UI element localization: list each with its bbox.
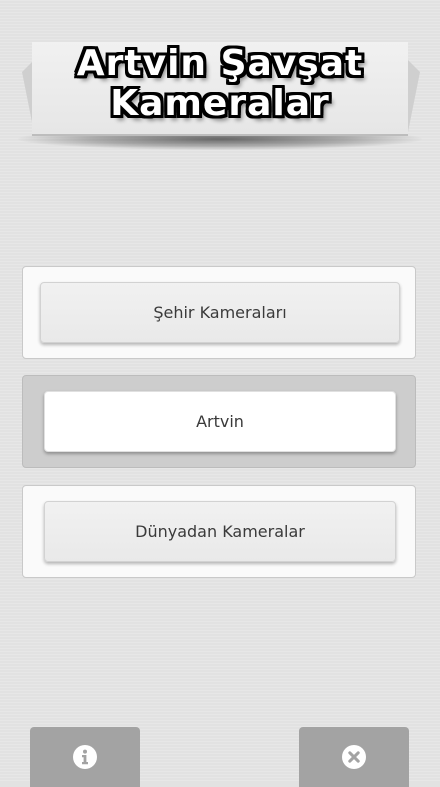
app-title: Artvin Şavşat Kameralar [0,44,440,124]
app-title-line-2: Kameralar [110,83,330,124]
app-title-line-1: Artvin Şavşat [76,43,364,84]
exit-button[interactable] [299,727,409,787]
dunyadan-kameralar-label: Dünyadan Kameralar [135,522,305,541]
close-icon [342,745,366,769]
info-icon [73,745,97,769]
dunyadan-kameralar-button[interactable]: Dünyadan Kameralar [44,501,396,562]
info-button[interactable] [30,727,140,787]
menu-card-artvin: Artvin [22,375,416,468]
menu-card-dunyadan-kameralar: Dünyadan Kameralar [22,485,416,578]
artvin-label: Artvin [196,412,244,431]
artvin-button[interactable]: Artvin [44,391,396,452]
sehir-kameralari-label: Şehir Kameraları [153,303,287,322]
sehir-kameralari-button[interactable]: Şehir Kameraları [40,282,400,343]
menu-card-sehir-kameralari: Şehir Kameraları [22,266,416,359]
